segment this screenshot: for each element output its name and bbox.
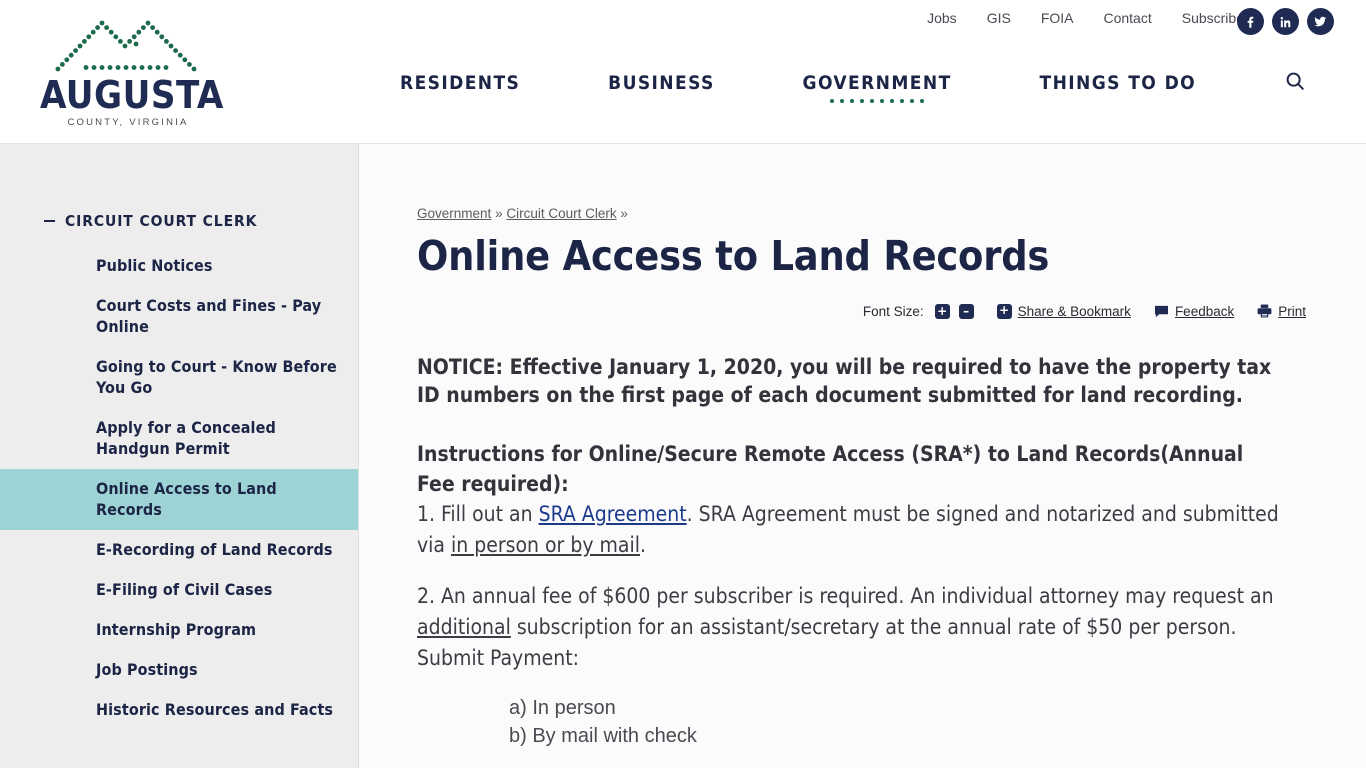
step-1-suffix: .: [639, 533, 646, 557]
logo-subtitle: COUNTY, VIRGINIA: [67, 117, 189, 128]
sidebar-section-title: CIRCUIT COURT CLERK: [65, 212, 258, 230]
utility-link-gis[interactable]: GIS: [987, 10, 1011, 26]
payment-option-a: a) In person: [509, 697, 616, 719]
minus-icon: [44, 219, 55, 223]
sidebar-item-online-access-to-land-records[interactable]: Online Access to Land Records: [0, 469, 358, 530]
step-2-paragraph: 2. An annual fee of $600 per subscriber …: [417, 581, 1306, 674]
nav-label-residents: RESIDENTS: [400, 72, 521, 94]
step-2-suffix: subscription for an assistant/secretary …: [417, 615, 1237, 670]
sidebar: CIRCUIT COURT CLERK Public Notices Court…: [0, 144, 359, 768]
mountain-dots-logo-icon: [55, 20, 197, 72]
main-nav: RESIDENTS BUSINESS GOVERNMENT THINGS TO …: [400, 72, 1306, 118]
payment-options-list: a) In person b) By mail with check: [417, 694, 1306, 750]
nav-label-things-to-do: THINGS TO DO: [1039, 72, 1197, 94]
nav-item-things-to-do[interactable]: THINGS TO DO: [1040, 72, 1197, 104]
main-content: Government » Circuit Court Clerk » Onlin…: [359, 144, 1366, 768]
sidebar-item-public-notices[interactable]: Public Notices: [0, 246, 358, 286]
sidebar-item-e-filing-of-civil-cases[interactable]: E-Filing of Civil Cases: [0, 570, 358, 610]
page-tools-toolbar: Font Size: + – + Share & Bookmark Feedba…: [417, 301, 1306, 321]
breadcrumb-link-government[interactable]: Government: [417, 206, 491, 221]
feedback-button[interactable]: Feedback: [1154, 304, 1234, 319]
in-person-or-by-mail-link[interactable]: in person or by mail: [451, 533, 640, 557]
facebook-icon[interactable]: [1237, 8, 1264, 35]
breadcrumb-separator-2: »: [620, 206, 628, 221]
sidebar-item-internship-program[interactable]: Internship Program: [0, 610, 358, 650]
logo-wordmark: AUGUSTA: [40, 73, 224, 117]
step-2-prefix: 2. An annual fee of $600 per subscriber …: [417, 584, 1274, 608]
search-glyph: [1286, 72, 1304, 90]
payment-option-b: b) By mail with check: [509, 725, 697, 747]
additional-link[interactable]: additional: [417, 615, 511, 639]
nav-active-indicator: [803, 99, 952, 104]
sidebar-item-job-postings[interactable]: Job Postings: [0, 650, 358, 690]
facebook-glyph: [1247, 16, 1254, 28]
font-size-label: Font Size:: [862, 303, 924, 319]
sidebar-item-court-costs-and-fines[interactable]: Court Costs and Fines - Pay Online: [0, 286, 358, 347]
speech-bubble-icon: [1154, 305, 1169, 318]
nav-item-residents[interactable]: RESIDENTS: [400, 72, 520, 104]
print-button[interactable]: Print: [1257, 304, 1306, 319]
font-size-increase-button[interactable]: +: [934, 303, 950, 319]
sidebar-item-concealed-handgun-permit[interactable]: Apply for a Concealed Handgun Permit: [0, 408, 358, 469]
plus-icon: +: [996, 303, 1012, 319]
step-1-prefix: 1. Fill out an: [417, 502, 539, 526]
sidebar-section-header[interactable]: CIRCUIT COURT CLERK: [0, 212, 358, 230]
nav-label-government: GOVERNMENT: [802, 72, 952, 94]
instructions-heading: Instructions for Online/Secure Remote Ac…: [417, 442, 1244, 496]
printer-icon: [1257, 304, 1272, 318]
breadcrumb: Government » Circuit Court Clerk »: [417, 206, 1306, 221]
utility-link-subscribe[interactable]: Subscribe: [1182, 10, 1244, 26]
nav-label-business: BUSINESS: [608, 72, 715, 94]
speech-bubble-glyph: [1154, 305, 1168, 317]
sidebar-item-historic-resources-and-facts[interactable]: Historic Resources and Facts: [0, 690, 358, 730]
utility-nav: Jobs GIS FOIA Contact Subscribe: [927, 10, 1244, 26]
utility-link-jobs[interactable]: Jobs: [927, 10, 957, 26]
breadcrumb-link-circuit-court-clerk[interactable]: Circuit Court Clerk: [506, 206, 616, 221]
step-1-paragraph: 1. Fill out an SRA Agreement. SRA Agreem…: [417, 499, 1306, 561]
utility-link-contact[interactable]: Contact: [1103, 10, 1151, 26]
page-title: Online Access to Land Records: [417, 232, 1050, 280]
site-header: AUGUSTA COUNTY, VIRGINIA Jobs GIS FOIA C…: [0, 0, 1366, 144]
search-icon[interactable]: [1284, 70, 1306, 92]
feedback-label: Feedback: [1174, 303, 1235, 319]
notice-paragraph: NOTICE: Effective January 1, 2020, you w…: [417, 355, 1272, 407]
nav-item-government[interactable]: GOVERNMENT: [803, 72, 952, 104]
share-and-bookmark-button[interactable]: + Share & Bookmark: [996, 303, 1131, 319]
printer-glyph: [1257, 304, 1272, 318]
share-and-bookmark-label: Share & Bookmark: [1017, 303, 1131, 319]
sra-agreement-link[interactable]: SRA Agreement: [539, 502, 687, 526]
article-body: NOTICE: Effective January 1, 2020, you w…: [417, 353, 1306, 750]
print-label: Print: [1278, 303, 1306, 319]
sidebar-item-e-recording-of-land-records[interactable]: E-Recording of Land Records: [0, 530, 358, 570]
social-links: [1237, 8, 1334, 35]
linkedin-icon[interactable]: [1272, 8, 1299, 35]
utility-link-foia[interactable]: FOIA: [1041, 10, 1074, 26]
font-size-decrease-button[interactable]: –: [958, 303, 974, 319]
nav-item-business[interactable]: BUSINESS: [608, 72, 715, 104]
page-body: CIRCUIT COURT CLERK Public Notices Court…: [0, 144, 1366, 768]
linkedin-glyph: [1280, 16, 1290, 27]
breadcrumb-separator-1: »: [495, 206, 503, 221]
sidebar-item-going-to-court[interactable]: Going to Court - Know Before You Go: [0, 347, 358, 408]
twitter-glyph: [1314, 16, 1327, 27]
twitter-icon[interactable]: [1307, 8, 1334, 35]
site-logo[interactable]: AUGUSTA COUNTY, VIRGINIA: [40, 14, 224, 128]
